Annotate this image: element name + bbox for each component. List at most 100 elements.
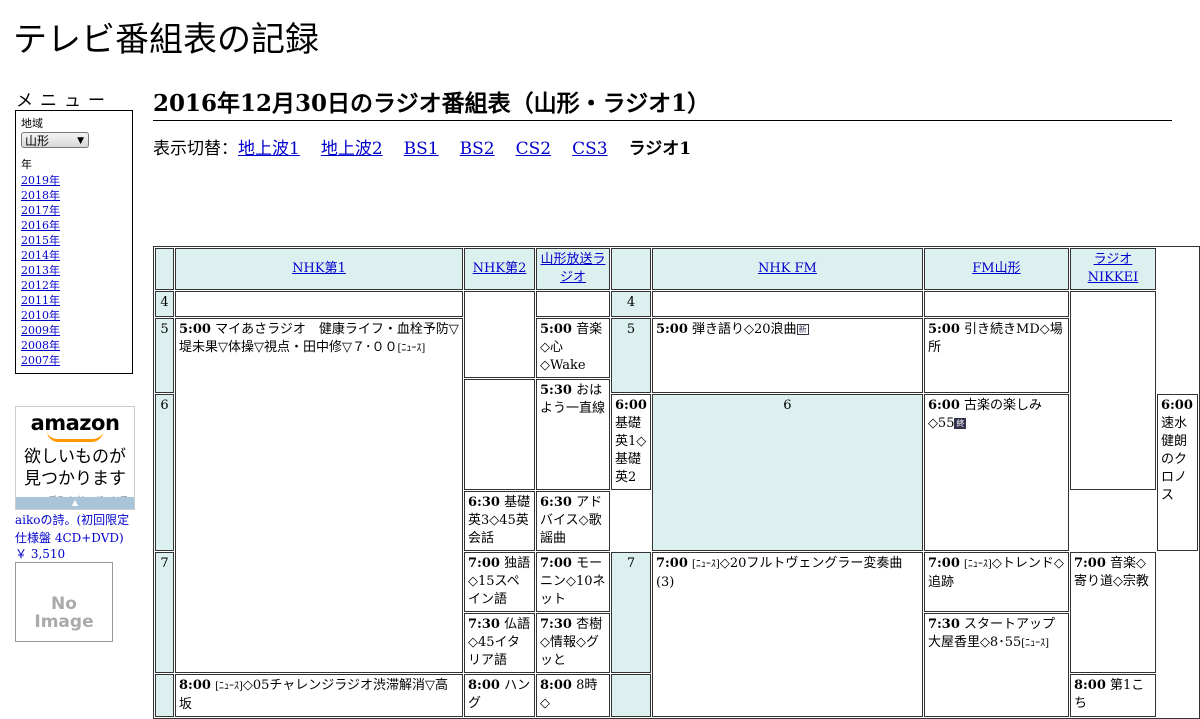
- program-time: 8:00: [468, 678, 500, 693]
- region-select[interactable]: 山形 ▼: [21, 132, 89, 148]
- switch-link-cs2[interactable]: CS2: [516, 139, 551, 159]
- program-cell[interactable]: 7:00 [ﾆｭｰｽ]◇トレンド◇追跡: [923, 552, 1069, 612]
- program-title: 基礎英1◇基礎英2: [615, 416, 647, 485]
- program-time: 5:00: [540, 322, 572, 337]
- program-cell[interactable]: 6:00 古楽の楽しみ◇55 終: [923, 394, 1069, 551]
- ad-message-line2: 見つかります: [24, 469, 126, 489]
- channel-link-nhkfm[interactable]: NHK FM: [758, 261, 817, 276]
- no-image-placeholder[interactable]: No Image: [15, 562, 113, 642]
- year-link-2013[interactable]: 2013年: [21, 263, 127, 278]
- program-cell[interactable]: 5:00 弾き語り◇20浪曲新: [651, 318, 923, 393]
- amazon-logo: amazon: [30, 411, 120, 435]
- year-link-2017[interactable]: 2017年: [21, 203, 127, 218]
- program-cell-empty: [464, 291, 535, 378]
- program-cell-empty: [1069, 291, 1156, 490]
- program-cell[interactable]: 8:00 8時◇: [536, 674, 610, 717]
- channel-header: NHK第1: [175, 248, 463, 290]
- program-grid: NHK第1 NHK第2 山形放送ラジオ NHK FM FM山形 ラジオNIKKE…: [153, 246, 1200, 719]
- switch-link-cs3[interactable]: CS3: [572, 139, 607, 159]
- program-title: 速水健朗のクロノス: [1160, 416, 1187, 503]
- year-link-2007[interactable]: 2007年: [21, 353, 127, 368]
- program-time: 7:00: [540, 556, 572, 571]
- channel-header: FM山形: [923, 248, 1069, 290]
- program-cell[interactable]: 6:00 基礎英1◇基礎英2: [611, 394, 651, 490]
- year-link-2012[interactable]: 2012年: [21, 278, 127, 293]
- page-heading: 2016年12月30日のラジオ番組表（山形・ラジオ1）: [153, 84, 1172, 121]
- end-badge-icon: 終: [954, 418, 967, 429]
- program-cell[interactable]: 8:00 第1こち: [1069, 674, 1156, 717]
- channel-link-nhk2[interactable]: NHK第2: [473, 261, 527, 276]
- year-link-2015[interactable]: 2015年: [21, 233, 127, 248]
- program-cell[interactable]: 5:00 音楽◇心◇Wake: [536, 318, 610, 378]
- header-row: NHK第1 NHK第2 山形放送ラジオ NHK FM FM山形 ラジオNIKKE…: [155, 248, 1198, 290]
- switch-link-terrestrial1[interactable]: 地上波1: [238, 139, 300, 159]
- program-cell-empty: [464, 379, 535, 490]
- program-cell[interactable]: 8:00 [ﾆｭｰｽ]◇05チャレンジラジオ渋滞解消▽高坂: [175, 674, 463, 717]
- program-cell[interactable]: 5:00 マイあさラジオ 健康ライフ・血栓予防▽堤未果▽体操▽視点・田中修▽７･…: [175, 318, 463, 673]
- program-cell[interactable]: 7:00 [ﾆｭｰｽ]◇20フルトヴェングラー変奏曲(3): [651, 552, 923, 717]
- program-cell[interactable]: 7:30 杏樹◇情報◇グッと: [536, 613, 610, 673]
- year-link-2009[interactable]: 2009年: [21, 323, 127, 338]
- channel-link-ybc[interactable]: 山形放送ラジオ: [540, 252, 605, 285]
- program-cell[interactable]: 6:30 アドバイス◇歌謡曲: [536, 491, 610, 551]
- hour-label: 6: [155, 394, 174, 551]
- channel-link-nhk1[interactable]: NHK第1: [292, 261, 346, 276]
- amazon-ad-banner[interactable]: amazon 欲しいものが 見つかります プライバシーについて ▲: [15, 406, 135, 510]
- channel-link-radionikkei[interactable]: ラジオNIKKEI: [1088, 252, 1139, 285]
- ad-message: 欲しいものが 見つかります: [16, 446, 134, 490]
- program-cell[interactable]: 5:00 引き続きMD◇場所: [923, 318, 1069, 393]
- hour-label: [611, 674, 651, 717]
- program-cell[interactable]: 7:00 音楽◇寄り道◇宗教: [1069, 552, 1156, 673]
- program-cell[interactable]: 7:30 仏語◇45イタリア語: [464, 613, 535, 673]
- menu-heading: メニュー: [16, 91, 112, 111]
- new-badge-icon: 新: [796, 324, 809, 335]
- hour-label: 6: [651, 394, 923, 551]
- hour-label: [155, 674, 174, 717]
- year-link-2019[interactable]: 2019年: [21, 173, 127, 188]
- hour-label: 4: [155, 291, 174, 317]
- switch-link-bs1[interactable]: BS1: [404, 139, 439, 159]
- program-time: 8:00: [1073, 678, 1106, 693]
- switch-link-bs2[interactable]: BS2: [460, 139, 495, 159]
- program-time: 8:00: [540, 678, 572, 693]
- chevron-down-icon: ▼: [77, 136, 84, 146]
- year-link-2016[interactable]: 2016年: [21, 218, 127, 233]
- switch-current: ラジオ1: [628, 139, 692, 159]
- channel-link-fmyamagata[interactable]: FM山形: [972, 261, 1020, 276]
- no-image-text-1: No: [51, 594, 77, 614]
- program-cell-empty: [536, 291, 610, 317]
- table-row: 4 4: [155, 291, 1198, 490]
- year-link-2010[interactable]: 2010年: [21, 308, 127, 323]
- program-cell[interactable]: 7:00 独語◇15スペイン語: [464, 552, 535, 612]
- program-time: 6:30: [540, 495, 572, 510]
- view-switcher: 表示切替：地上波1 地上波2 BS1 BS2 CS2 CS3 ラジオ1: [153, 134, 691, 159]
- region-label: 地域: [21, 117, 43, 130]
- ad-collapse-bar[interactable]: ▲: [16, 497, 134, 509]
- table-row: 5 5:00 マイあさラジオ 健康ライフ・血栓予防▽堤未果▽体操▽視点・田中修▽…: [155, 318, 1198, 673]
- year-link-2008[interactable]: 2008年: [21, 338, 127, 353]
- year-link-2014[interactable]: 2014年: [21, 248, 127, 263]
- menu-box: 地域 山形 ▼ 年 2019年 2018年 2017年 2016年 2015年 …: [15, 110, 133, 374]
- program-cell[interactable]: 6:00 速水健朗のクロノス: [1156, 394, 1198, 551]
- hour-label: 7: [155, 552, 174, 673]
- program-cell[interactable]: 7:30 スタートアップ大屋香里◇8･55[ﾆｭｰｽ]: [923, 613, 1069, 717]
- channel-header: ラジオNIKKEI: [1069, 248, 1156, 290]
- news-tag: [ﾆｭｰｽ]: [397, 343, 426, 354]
- program-cell[interactable]: 7:00 モーニン◇10ネット: [536, 552, 610, 612]
- switch-link-terrestrial2[interactable]: 地上波2: [321, 139, 383, 159]
- program-time: 8:00: [179, 678, 211, 693]
- program-cell-empty: [651, 291, 923, 317]
- program-cell[interactable]: 5:30 おはよう一直線: [536, 379, 610, 490]
- year-link-2018[interactable]: 2018年: [21, 188, 127, 203]
- no-image-text-2: Image: [34, 612, 94, 632]
- program-cell-empty: [923, 291, 1069, 317]
- hour-label: 7: [611, 552, 651, 673]
- program-time: 5:00: [927, 322, 960, 337]
- program-cell[interactable]: 8:00 ハング: [464, 674, 535, 717]
- product-link[interactable]: aikoの詩。(初回限定仕様盤 4CD+DVD): [15, 511, 135, 547]
- program-cell[interactable]: 6:30 基礎英3◇45英会話: [464, 491, 535, 551]
- year-label: 年: [21, 158, 32, 171]
- program-time: 6:30: [468, 495, 500, 510]
- year-link-2011[interactable]: 2011年: [21, 293, 127, 308]
- program-time: 7:00: [655, 556, 688, 571]
